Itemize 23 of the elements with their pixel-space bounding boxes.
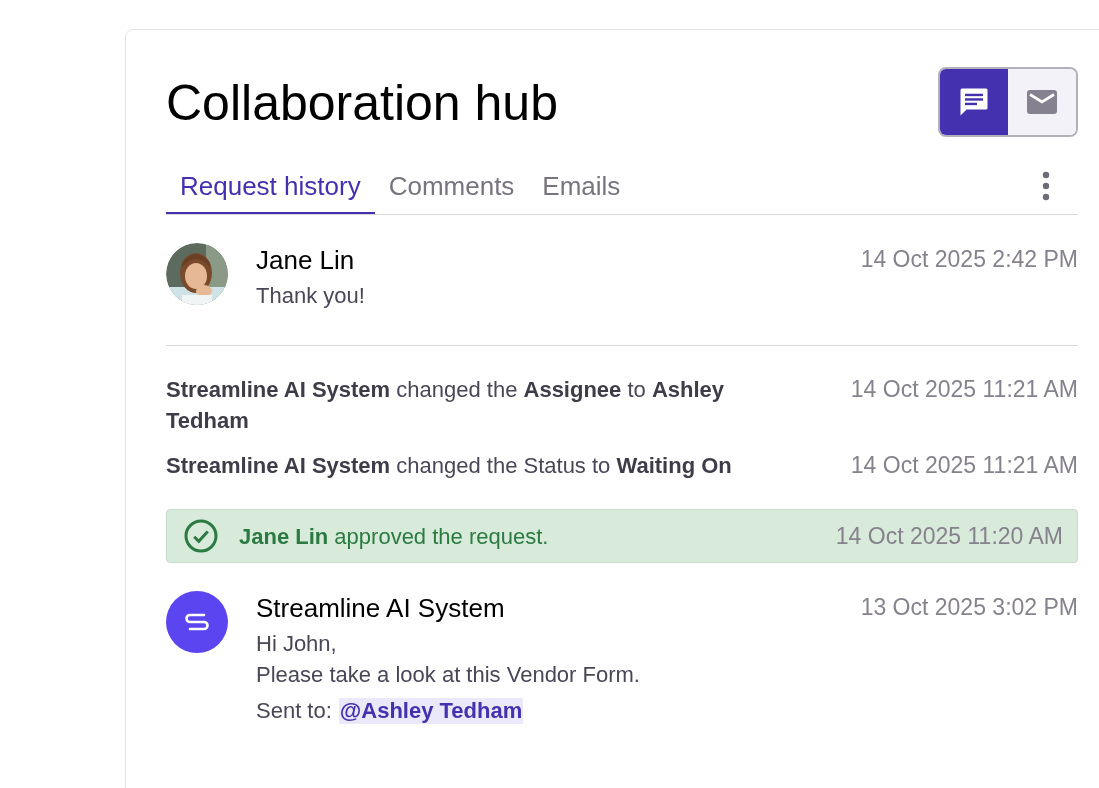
tab[interactable]: Comments	[374, 170, 529, 214]
tab[interactable]: Request history	[166, 170, 375, 214]
event-text: Streamline AI System changed the Assignee to Ashley Tedham	[166, 376, 726, 435]
timestamp: 14 Oct 2025 11:20 AM	[835, 521, 1063, 551]
more-options-icon[interactable]	[1042, 171, 1050, 201]
approval-text: Jane Lin approved the request.	[239, 522, 549, 551]
check-circle-icon	[183, 518, 219, 554]
message-text: Thank you!	[256, 282, 366, 310]
logo-icon	[182, 612, 212, 632]
mention-tag[interactable]: @Ashley Tedham	[338, 697, 524, 724]
author-name: Streamline AI System	[256, 592, 505, 624]
chat-view-button[interactable]	[940, 69, 1008, 135]
event-text: Streamline AI System changed the Status to Waiting On	[166, 452, 732, 480]
timestamp: 14 Oct 2025 11:21 AM	[850, 451, 1078, 480]
sent-to-label: Sent to:	[256, 697, 332, 725]
tab[interactable]: Emails	[528, 170, 635, 214]
author-name: Jane Lin	[256, 244, 355, 276]
message-text: Please take a look at this Vendor Form.	[256, 661, 641, 689]
timestamp: 14 Oct 2025 11:21 AM	[850, 375, 1078, 404]
message-text: Hi John,	[256, 630, 338, 658]
timestamp: 13 Oct 2025 3:02 PM	[860, 593, 1078, 622]
page-title: Collaboration hub	[166, 74, 558, 133]
timestamp: 14 Oct 2025 2:42 PM	[860, 245, 1078, 274]
